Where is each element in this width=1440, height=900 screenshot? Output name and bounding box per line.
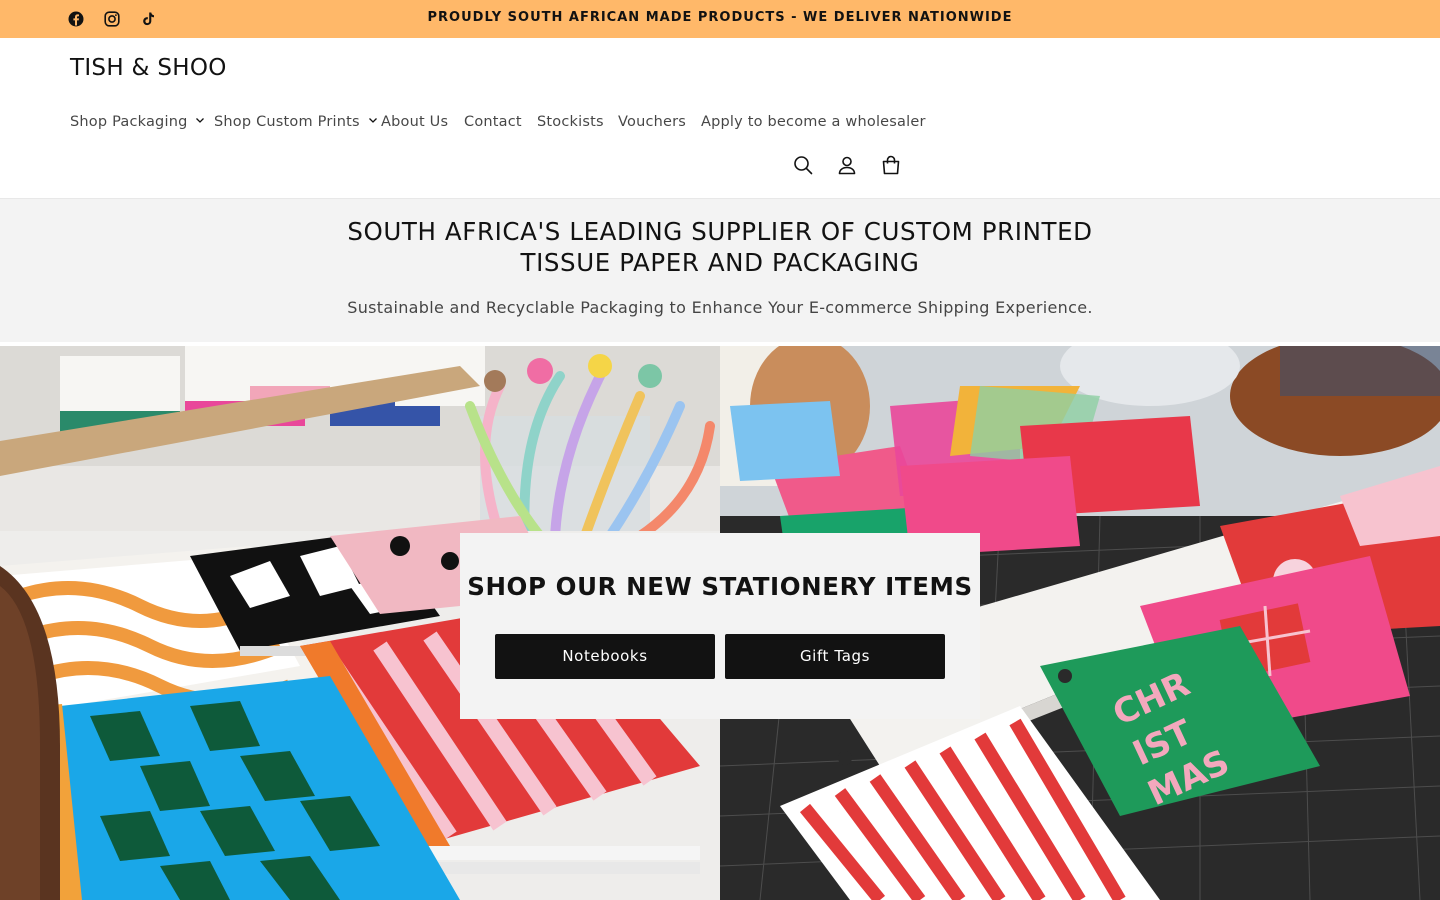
notebooks-button[interactable]: Notebooks (495, 634, 715, 679)
gift-tags-button[interactable]: Gift Tags (725, 634, 945, 679)
nav-stockists[interactable]: Stockists (537, 108, 604, 136)
chevron-down-icon (196, 118, 205, 123)
chevron-down-icon (368, 118, 377, 123)
account-icon[interactable] (833, 151, 861, 179)
intro-subtitle: Sustainable and Recyclable Packaging to … (347, 298, 1093, 317)
nav-label: Shop Packaging (70, 114, 188, 130)
intro-title: SOUTH AFRICA'S LEADING SUPPLIER OF CUSTO… (347, 217, 1093, 277)
announcement-bar: PROUDLY SOUTH AFRICAN MADE PRODUCTS - WE… (0, 0, 1440, 38)
nav-contact[interactable]: Contact (464, 108, 522, 136)
announcement-text: PROUDLY SOUTH AFRICAN MADE PRODUCTS - WE… (427, 10, 1013, 25)
nav-wholesaler[interactable]: Apply to become a wholesaler (701, 108, 926, 136)
site-logo[interactable]: TISH & SHOO (70, 55, 227, 81)
search-icon[interactable] (789, 151, 817, 179)
nav-label: Shop Custom Prints (214, 114, 360, 130)
nav-shop-packaging[interactable]: Shop Packaging (70, 108, 205, 136)
cart-icon[interactable] (877, 151, 905, 179)
nav-vouchers[interactable]: Vouchers (618, 108, 686, 136)
stationery-promo-card (460, 533, 980, 719)
promo-card-title: SHOP OUR NEW STATIONERY ITEMS (467, 572, 973, 601)
nav-shop-custom-prints[interactable]: Shop Custom Prints (214, 108, 378, 136)
nav-about-us[interactable]: About Us (381, 108, 448, 136)
